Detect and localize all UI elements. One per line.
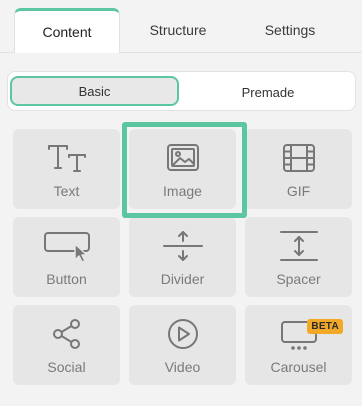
block-label: Social (47, 359, 86, 375)
image-icon (129, 141, 236, 175)
block-social[interactable]: Social (13, 305, 120, 385)
gif-film-icon (245, 141, 352, 175)
block-carousel[interactable]: BETA Carousel (245, 305, 352, 385)
content-panel: Content Structure Settings Basic Premade (0, 0, 362, 406)
block-label: Carousel (270, 359, 327, 375)
divider-icon (129, 229, 236, 263)
block-video[interactable]: Video (129, 305, 236, 385)
beta-badge: BETA (307, 319, 343, 334)
block-image[interactable]: Image (129, 129, 236, 209)
block-type-switcher: Basic Premade (7, 71, 356, 111)
block-spacer[interactable]: Spacer (245, 217, 352, 297)
spacer-icon (245, 229, 352, 263)
text-icon (13, 141, 120, 175)
block-divider[interactable]: Divider (129, 217, 236, 297)
block-label: GIF (286, 183, 311, 199)
share-icon (13, 317, 120, 351)
tab-content[interactable]: Content (14, 8, 120, 53)
block-button[interactable]: Button (13, 217, 120, 297)
tab-structure[interactable]: Structure (120, 8, 236, 52)
block-gif[interactable]: GIF (245, 129, 352, 209)
tab-bar: Content Structure Settings (0, 0, 362, 53)
block-label: Video (164, 359, 201, 375)
block-label: Image (163, 183, 202, 199)
premade-toggle[interactable]: Premade (183, 77, 353, 107)
tab-settings[interactable]: Settings (236, 8, 344, 52)
block-label: Divider (160, 271, 205, 287)
block-text[interactable]: Text (13, 129, 120, 209)
block-label: Text (53, 183, 80, 199)
button-cursor-icon (13, 229, 120, 263)
block-label: Button (46, 271, 87, 287)
play-icon (129, 317, 236, 351)
block-label: Spacer (276, 271, 321, 287)
basic-toggle[interactable]: Basic (10, 76, 179, 106)
